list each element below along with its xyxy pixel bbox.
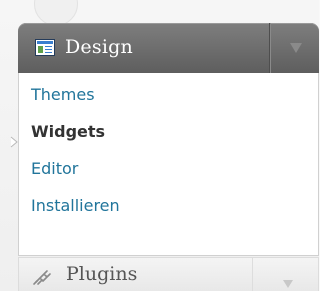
triangle-down-icon	[290, 43, 302, 53]
header-divider	[269, 23, 270, 73]
submenu-item-editor[interactable]: Editor	[19, 151, 318, 187]
submenu-item-themes[interactable]: Themes	[19, 77, 318, 113]
submenu-design: Themes Widgets Editor Installieren	[18, 73, 319, 256]
current-item-arrow-icon	[10, 136, 18, 148]
menu-toggle-button[interactable]	[271, 23, 319, 73]
admin-sidebar-menu: Design Themes Widgets Editor Installiere…	[0, 0, 319, 291]
design-icon	[35, 39, 55, 56]
triangle-down-icon	[283, 280, 293, 288]
menu-header-label: Plugins	[66, 263, 138, 285]
menu-header-plugins[interactable]: Plugins	[18, 257, 319, 291]
submenu-item-installieren[interactable]: Installieren	[19, 188, 318, 224]
menu-toggle-button[interactable]	[253, 258, 319, 291]
submenu-item-widgets[interactable]: Widgets	[19, 114, 318, 150]
menu-header-design[interactable]: Design	[18, 23, 319, 73]
menu-header-design-link[interactable]: Design	[18, 23, 269, 73]
plugin-icon	[33, 270, 51, 285]
menu-header-label: Design	[65, 36, 133, 58]
